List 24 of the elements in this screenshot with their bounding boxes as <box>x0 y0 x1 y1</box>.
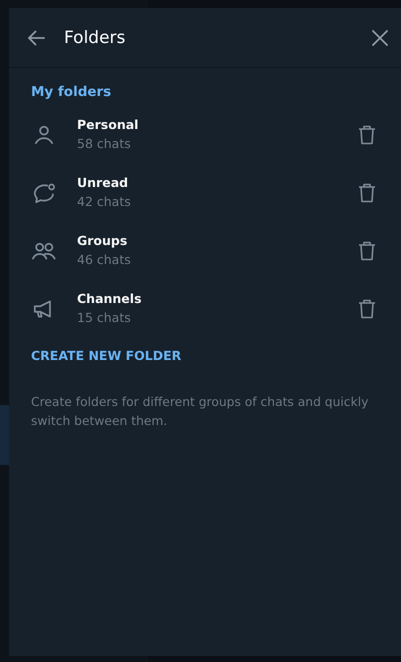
back-arrow-icon <box>26 28 46 48</box>
description-text: Create folders for different groups of chats and quickly switch between them. <box>31 394 370 430</box>
close-icon <box>371 28 389 46</box>
create-folder-link[interactable]: CREATE NEW FOLDER <box>31 348 182 363</box>
delete-button[interactable] <box>357 240 377 262</box>
back-button[interactable] <box>26 28 46 48</box>
folder-name[interactable]: Personal <box>77 116 357 132</box>
trash-icon <box>357 240 377 262</box>
folder-name[interactable]: Channels <box>77 290 357 306</box>
chat-count: 15 chats <box>77 310 132 324</box>
trash-icon <box>357 124 377 146</box>
trash-icon <box>357 298 377 320</box>
chat-count: 58 chats <box>77 136 132 150</box>
chat-count: 42 chats <box>77 194 132 208</box>
delete-button[interactable] <box>357 124 377 146</box>
delete-button[interactable] <box>357 298 377 320</box>
chat-count: 46 chats <box>77 252 132 266</box>
delete-button[interactable] <box>357 182 377 204</box>
dialog-title: Folders <box>64 28 126 48</box>
folder-name[interactable]: Groups <box>77 232 357 248</box>
trash-icon <box>357 182 377 204</box>
section-title: My folders <box>31 84 112 100</box>
folder-name[interactable]: Unread <box>77 174 357 190</box>
close-button[interactable] <box>371 28 389 46</box>
